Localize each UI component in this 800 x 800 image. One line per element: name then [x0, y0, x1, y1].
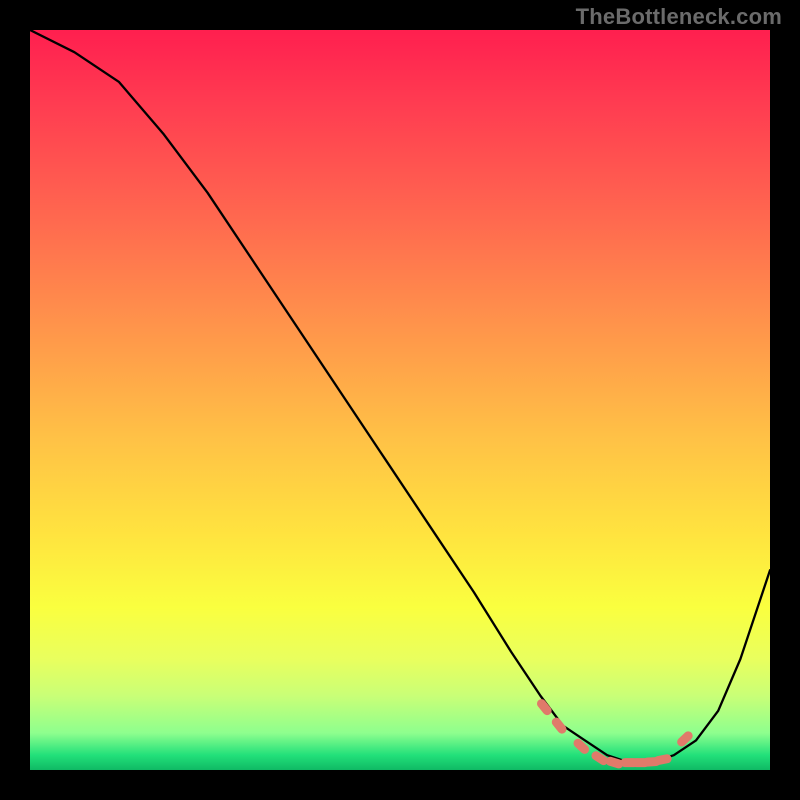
watermark-text: TheBottleneck.com [576, 4, 782, 30]
bottleneck-curve-path [30, 30, 770, 763]
curve-marker [535, 697, 553, 717]
chart-frame: TheBottleneck.com [0, 0, 800, 800]
curve-marker [675, 729, 694, 748]
curve-marker [550, 716, 568, 736]
curve-marker [572, 737, 591, 756]
curve-markers [535, 697, 694, 769]
plot-area [30, 30, 770, 770]
curve-svg [30, 30, 770, 770]
curve-marker [653, 753, 672, 765]
curve-marker [590, 750, 610, 767]
